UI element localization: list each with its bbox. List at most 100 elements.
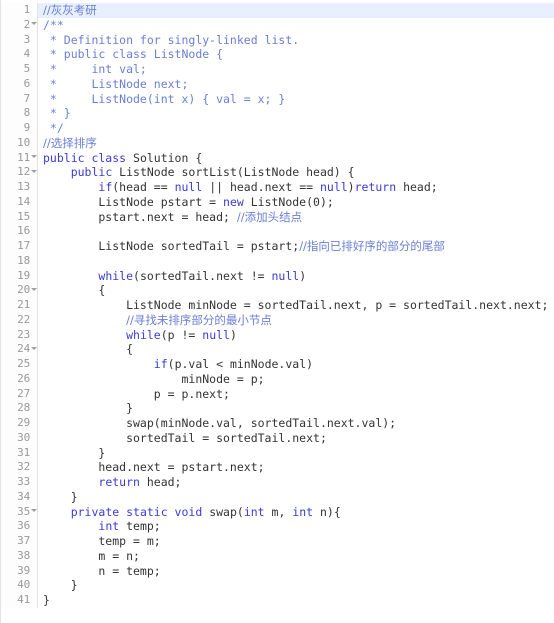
code-line[interactable]: 1 //灰灰考研	[1, 3, 554, 18]
code-line[interactable]: 20 {	[1, 283, 554, 298]
code-line[interactable]: 39 n = temp;	[1, 563, 554, 579]
code-line[interactable]: 37 temp = m;	[1, 534, 554, 549]
code-line-text[interactable]: //选择排序	[38, 136, 554, 151]
code-line[interactable]: 30 sortedTail = sortedTail.next;	[1, 430, 554, 446]
code-line[interactable]: 9 */	[1, 121, 554, 136]
code-line-text[interactable]: }	[38, 578, 554, 593]
fold-toggle-icon[interactable]	[30, 150, 37, 166]
code-line[interactable]: 18	[1, 253, 554, 269]
code-line-text[interactable]: * public class ListNode {	[38, 47, 554, 62]
code-line[interactable]: 19 while(sortedTail.next != null)	[1, 268, 554, 284]
fold-toggle-icon[interactable]	[30, 17, 37, 33]
code-line-text[interactable]: return head;	[38, 475, 554, 490]
code-line-text[interactable]: int temp;	[38, 519, 554, 534]
code-line[interactable]: 32 head.next = pstart.next;	[1, 460, 554, 475]
code-token-id	[43, 313, 126, 327]
code-line[interactable]: 6 * ListNode next;	[1, 76, 554, 92]
code-line-text[interactable]: public class Solution {	[38, 151, 554, 166]
code-line[interactable]: 5 * int val;	[1, 62, 554, 77]
code-editor[interactable]: 1//灰灰考研 2/** 3 * Definition for singly-lin…	[0, 0, 554, 623]
code-line-text[interactable]: //寻找未排序部分的最小节点	[38, 313, 554, 328]
code-line[interactable]: 15 pstart.next = head; //添加头结点	[1, 209, 554, 225]
code-line-text[interactable]: if(head == null || head.next == null)ret…	[38, 180, 554, 195]
code-token-id: pstart.next = head;	[43, 209, 237, 224]
code-token-id	[43, 519, 98, 533]
code-line[interactable]: 27 p = p.next;	[1, 386, 554, 402]
code-line-text[interactable]: }	[38, 401, 554, 416]
line-number: 16	[1, 224, 30, 239]
code-line[interactable]: 35 private static void swap(int m, int n…	[1, 504, 554, 520]
code-line-text[interactable]: if(p.val < minNode.val)	[38, 357, 554, 372]
code-line-text[interactable]: */	[38, 121, 554, 136]
code-line[interactable]: 24 {	[1, 342, 554, 357]
fold-toggle-icon[interactable]	[30, 504, 37, 520]
code-line-text[interactable]: * }	[38, 106, 554, 121]
code-line[interactable]: 2 /**	[1, 17, 554, 33]
fold-toggle-icon[interactable]	[30, 165, 37, 180]
code-line[interactable]: 23 while(p != null)	[1, 327, 554, 343]
code-line-text[interactable]: ListNode sortedTail = pstart;//指向已排好序的部分…	[38, 239, 554, 254]
code-line-text[interactable]: head.next = pstart.next;	[38, 460, 554, 475]
code-line-text[interactable]	[38, 224, 554, 239]
code-line[interactable]: 40 }	[1, 578, 554, 593]
code-line-text[interactable]: while(sortedTail.next != null)	[38, 269, 554, 284]
code-line[interactable]: 22 //寻找未排序部分的最小节点	[1, 312, 554, 328]
code-line-text[interactable]: }	[38, 490, 554, 505]
code-line[interactable]: 10 //选择排序	[1, 135, 554, 151]
fold-toggle-icon[interactable]	[30, 342, 37, 357]
code-line-text[interactable]: public ListNode sortList(ListNode head) …	[38, 165, 554, 180]
code-line[interactable]: 17 ListNode sortedTail = pstart;//指向已排好序…	[1, 239, 554, 254]
code-lines-container[interactable]: 1//灰灰考研 2/** 3 * Definition for singly-lin…	[1, 0, 554, 608]
fold-spacer	[30, 416, 37, 431]
code-line-text[interactable]: private static void swap(int m, int n){	[38, 505, 554, 520]
code-line-text[interactable]: //灰灰考研	[38, 3, 554, 18]
code-line[interactable]: 29 swap(minNode.val, sortedTail.next.val…	[1, 416, 554, 431]
code-line-text[interactable]: {	[38, 283, 554, 298]
code-line[interactable]: 31 }	[1, 445, 554, 461]
code-line-text[interactable]: swap(minNode.val, sortedTail.next.val);	[38, 416, 554, 431]
code-line-text[interactable]: while(p != null)	[38, 328, 554, 343]
code-line[interactable]: 28 }	[1, 401, 554, 416]
code-line-text[interactable]: sortedTail = sortedTail.next;	[38, 431, 554, 446]
code-line-text[interactable]: }	[38, 446, 554, 461]
code-line[interactable]: 3 * Definition for singly-linked list.	[1, 32, 554, 48]
code-line[interactable]: 16	[1, 224, 554, 239]
code-line-text[interactable]: temp = m;	[38, 534, 554, 549]
code-line[interactable]: 21 ListNode minNode = sortedTail.next, p…	[1, 298, 554, 313]
code-line[interactable]: 38 m = n;	[1, 548, 554, 564]
code-line-text[interactable]: /**	[38, 18, 554, 33]
code-line[interactable]: 34 }	[1, 489, 554, 505]
code-line-text[interactable]	[38, 254, 554, 269]
code-line-text[interactable]: p = p.next;	[38, 387, 554, 402]
code-line-text[interactable]: * ListNode next;	[38, 77, 554, 92]
code-line-text[interactable]: }	[38, 593, 554, 608]
code-line[interactable]: 8 * }	[1, 106, 554, 121]
line-number: 11	[1, 150, 30, 166]
fold-spacer	[30, 209, 37, 225]
fold-spacer	[30, 121, 37, 136]
code-line[interactable]: 14 ListNode pstart = new ListNode(0);	[1, 194, 554, 210]
code-line-text[interactable]: m = n;	[38, 549, 554, 564]
code-token-id: n = temp;	[43, 563, 161, 578]
code-line[interactable]: 12 public ListNode sortList(ListNode hea…	[1, 165, 554, 180]
code-line-text[interactable]: * Definition for singly-linked list.	[38, 33, 554, 48]
code-line-text[interactable]: n = temp;	[38, 564, 554, 579]
code-line[interactable]: 13 if(head == null || head.next == null)…	[1, 180, 554, 195]
code-line-text[interactable]: {	[38, 342, 554, 357]
code-line[interactable]: 41}	[1, 593, 554, 608]
fold-toggle-icon[interactable]	[30, 283, 37, 298]
code-line-text[interactable]: ListNode minNode = sortedTail.next, p = …	[38, 298, 554, 313]
code-line[interactable]: 36 int temp;	[1, 519, 554, 534]
code-line[interactable]: 25 if(p.val < minNode.val)	[1, 357, 554, 372]
code-line[interactable]: 7 * ListNode(int x) { val = x; }	[1, 91, 554, 107]
code-line-text[interactable]: minNode = p;	[38, 372, 554, 387]
code-line[interactable]: 33 return head;	[1, 475, 554, 490]
code-line[interactable]: 26 minNode = p;	[1, 371, 554, 387]
code-line-text[interactable]: * int val;	[38, 62, 554, 77]
code-token-kw: int	[292, 504, 314, 519]
code-line[interactable]: 4 * public class ListNode {	[1, 47, 554, 62]
code-line-text[interactable]: pstart.next = head; //添加头结点	[38, 210, 554, 225]
code-line-text[interactable]: * ListNode(int x) { val = x; }	[38, 92, 554, 107]
code-line-text[interactable]: ListNode pstart = new ListNode(0);	[38, 195, 554, 210]
code-line[interactable]: 11 public class Solution {	[1, 150, 554, 166]
